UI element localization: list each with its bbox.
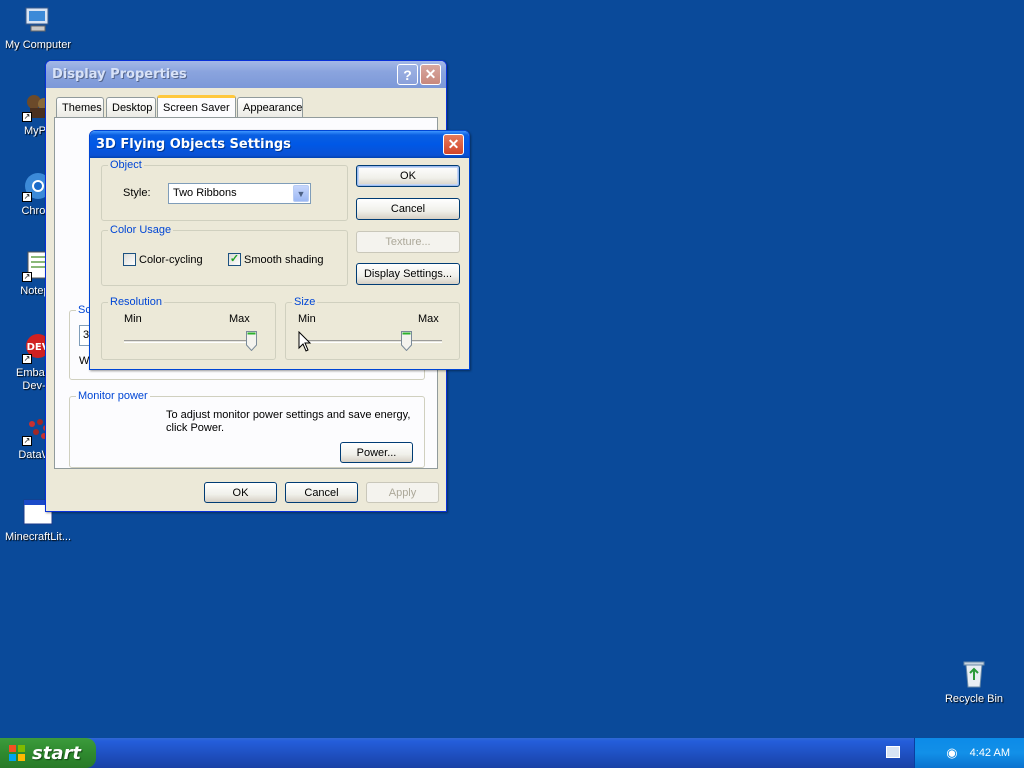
color-usage-group: Color Usage Color-cycling ✓ Smooth shadi…	[101, 224, 348, 286]
help-icon: ?	[403, 66, 412, 83]
tab-label: Screen Saver	[163, 102, 230, 114]
color-usage-group-label: Color Usage	[108, 224, 174, 236]
shortcut-arrow-icon: ↗	[22, 436, 32, 446]
shortcut-arrow-icon: ↗	[22, 192, 32, 202]
shortcut-arrow-icon: ↗	[22, 354, 32, 364]
ok-button-label: OK	[232, 486, 249, 499]
style-label: Style:	[123, 187, 151, 199]
close-icon: ✕	[424, 66, 437, 82]
desktop-icon-label: My Computer	[4, 39, 72, 51]
color-cycling-checkbox[interactable]	[123, 253, 136, 266]
size-slider-thumb[interactable]	[400, 331, 412, 352]
volume-icon[interactable]: ◉	[946, 745, 957, 761]
desktop-icon-recycle-bin[interactable]: Recycle Bin	[936, 658, 1012, 705]
display-settings-label: Display Settings...	[363, 268, 453, 280]
start-label: start	[32, 742, 81, 764]
recycle-bin-icon	[958, 658, 990, 690]
start-button[interactable]: start	[0, 738, 96, 768]
power-button[interactable]: Power...	[340, 442, 413, 463]
dialog-close-button[interactable]: ✕	[443, 134, 464, 155]
resolution-min-label: Min	[124, 313, 142, 325]
help-button[interactable]: ?	[397, 64, 418, 85]
mouse-cursor-icon	[298, 330, 312, 353]
resolution-slider-track[interactable]	[124, 340, 252, 343]
desktop-icon-label: Recycle Bin	[944, 693, 1004, 705]
object-group: Object Style: Two Ribbons ▼	[101, 159, 348, 221]
texture-button-label: Texture...	[385, 236, 431, 248]
dialog-ok-label: OK	[400, 170, 416, 182]
tab-desktop[interactable]: Desktop	[106, 97, 156, 117]
windows-logo-icon	[8, 744, 26, 762]
smooth-shading-checkbox[interactable]: ✓	[228, 253, 241, 266]
desktop-icon-my-computer[interactable]: My Computer	[0, 4, 76, 51]
tab-appearance[interactable]: Appearance	[237, 97, 303, 117]
dropdown-button[interactable]: ▼	[293, 185, 309, 202]
flying-objects-settings-dialog: 3D Flying Objects Settings ✕ Object Styl…	[89, 130, 470, 370]
system-tray: ◉ 4:42 AM	[914, 738, 1024, 768]
display-settings-button[interactable]: Display Settings...	[356, 263, 460, 285]
size-group-label: Size	[292, 296, 318, 308]
size-min-label: Min	[298, 313, 316, 325]
color-cycling-label: Color-cycling	[139, 254, 203, 266]
tab-label: Desktop	[112, 102, 153, 114]
dialog-ok-button[interactable]: OK	[356, 165, 460, 187]
tab-strip: Themes Desktop Screen Saver Appearance	[56, 95, 436, 119]
dialog-title: 3D Flying Objects Settings	[96, 137, 291, 152]
monitor-power-label: Monitor power	[76, 390, 150, 402]
window-title: Display Properties	[52, 67, 187, 82]
tab-label: Themes	[62, 102, 102, 114]
monitor-power-group: Monitor power To adjust monitor power se…	[69, 390, 425, 468]
keyboard-icon[interactable]	[886, 746, 900, 758]
clock[interactable]: 4:42 AM	[970, 747, 1010, 759]
shortcut-arrow-icon: ↗	[22, 112, 32, 122]
dialog-cancel-label: Cancel	[390, 203, 426, 215]
tab-label: Appearance	[243, 102, 303, 114]
close-icon: ✕	[447, 136, 460, 152]
ok-button[interactable]: OK	[204, 482, 277, 503]
monitor-power-text: To adjust monitor power settings and sav…	[166, 409, 411, 434]
checkmark-icon: ✓	[229, 253, 240, 265]
apply-button-label: Apply	[388, 486, 417, 499]
size-slider-track[interactable]	[300, 340, 442, 343]
dialog-cancel-button[interactable]: Cancel	[356, 198, 460, 220]
power-button-label: Power...	[356, 446, 397, 459]
size-max-label: Max	[418, 313, 439, 325]
texture-button[interactable]: Texture...	[356, 231, 460, 253]
tab-screen-saver[interactable]: Screen Saver	[157, 95, 236, 117]
style-select[interactable]: Two Ribbons ▼	[168, 183, 311, 204]
cancel-button[interactable]: Cancel	[285, 482, 358, 503]
display-properties-titlebar[interactable]: Display Properties ? ✕	[46, 61, 446, 88]
resolution-group-label: Resolution	[108, 296, 164, 308]
tab-themes[interactable]: Themes	[56, 97, 104, 117]
shortcut-arrow-icon: ↗	[22, 272, 32, 282]
chevron-down-icon: ▼	[296, 188, 306, 199]
style-select-value: Two Ribbons	[173, 187, 237, 199]
cancel-button-label: Cancel	[304, 486, 339, 499]
taskbar: start ◉ 4:42 AM	[0, 738, 1024, 768]
settings-dialog-titlebar[interactable]: 3D Flying Objects Settings ✕	[90, 131, 469, 158]
computer-icon	[22, 4, 54, 36]
apply-button[interactable]: Apply	[366, 482, 439, 503]
resolution-max-label: Max	[229, 313, 250, 325]
resolution-group: Resolution Min Max	[101, 296, 276, 360]
close-button[interactable]: ✕	[420, 64, 441, 85]
object-group-label: Object	[108, 159, 144, 171]
smooth-shading-label: Smooth shading	[244, 254, 324, 266]
resolution-slider-thumb[interactable]	[246, 331, 257, 352]
desktop-icon-label: MinecraftLit...	[4, 531, 72, 543]
